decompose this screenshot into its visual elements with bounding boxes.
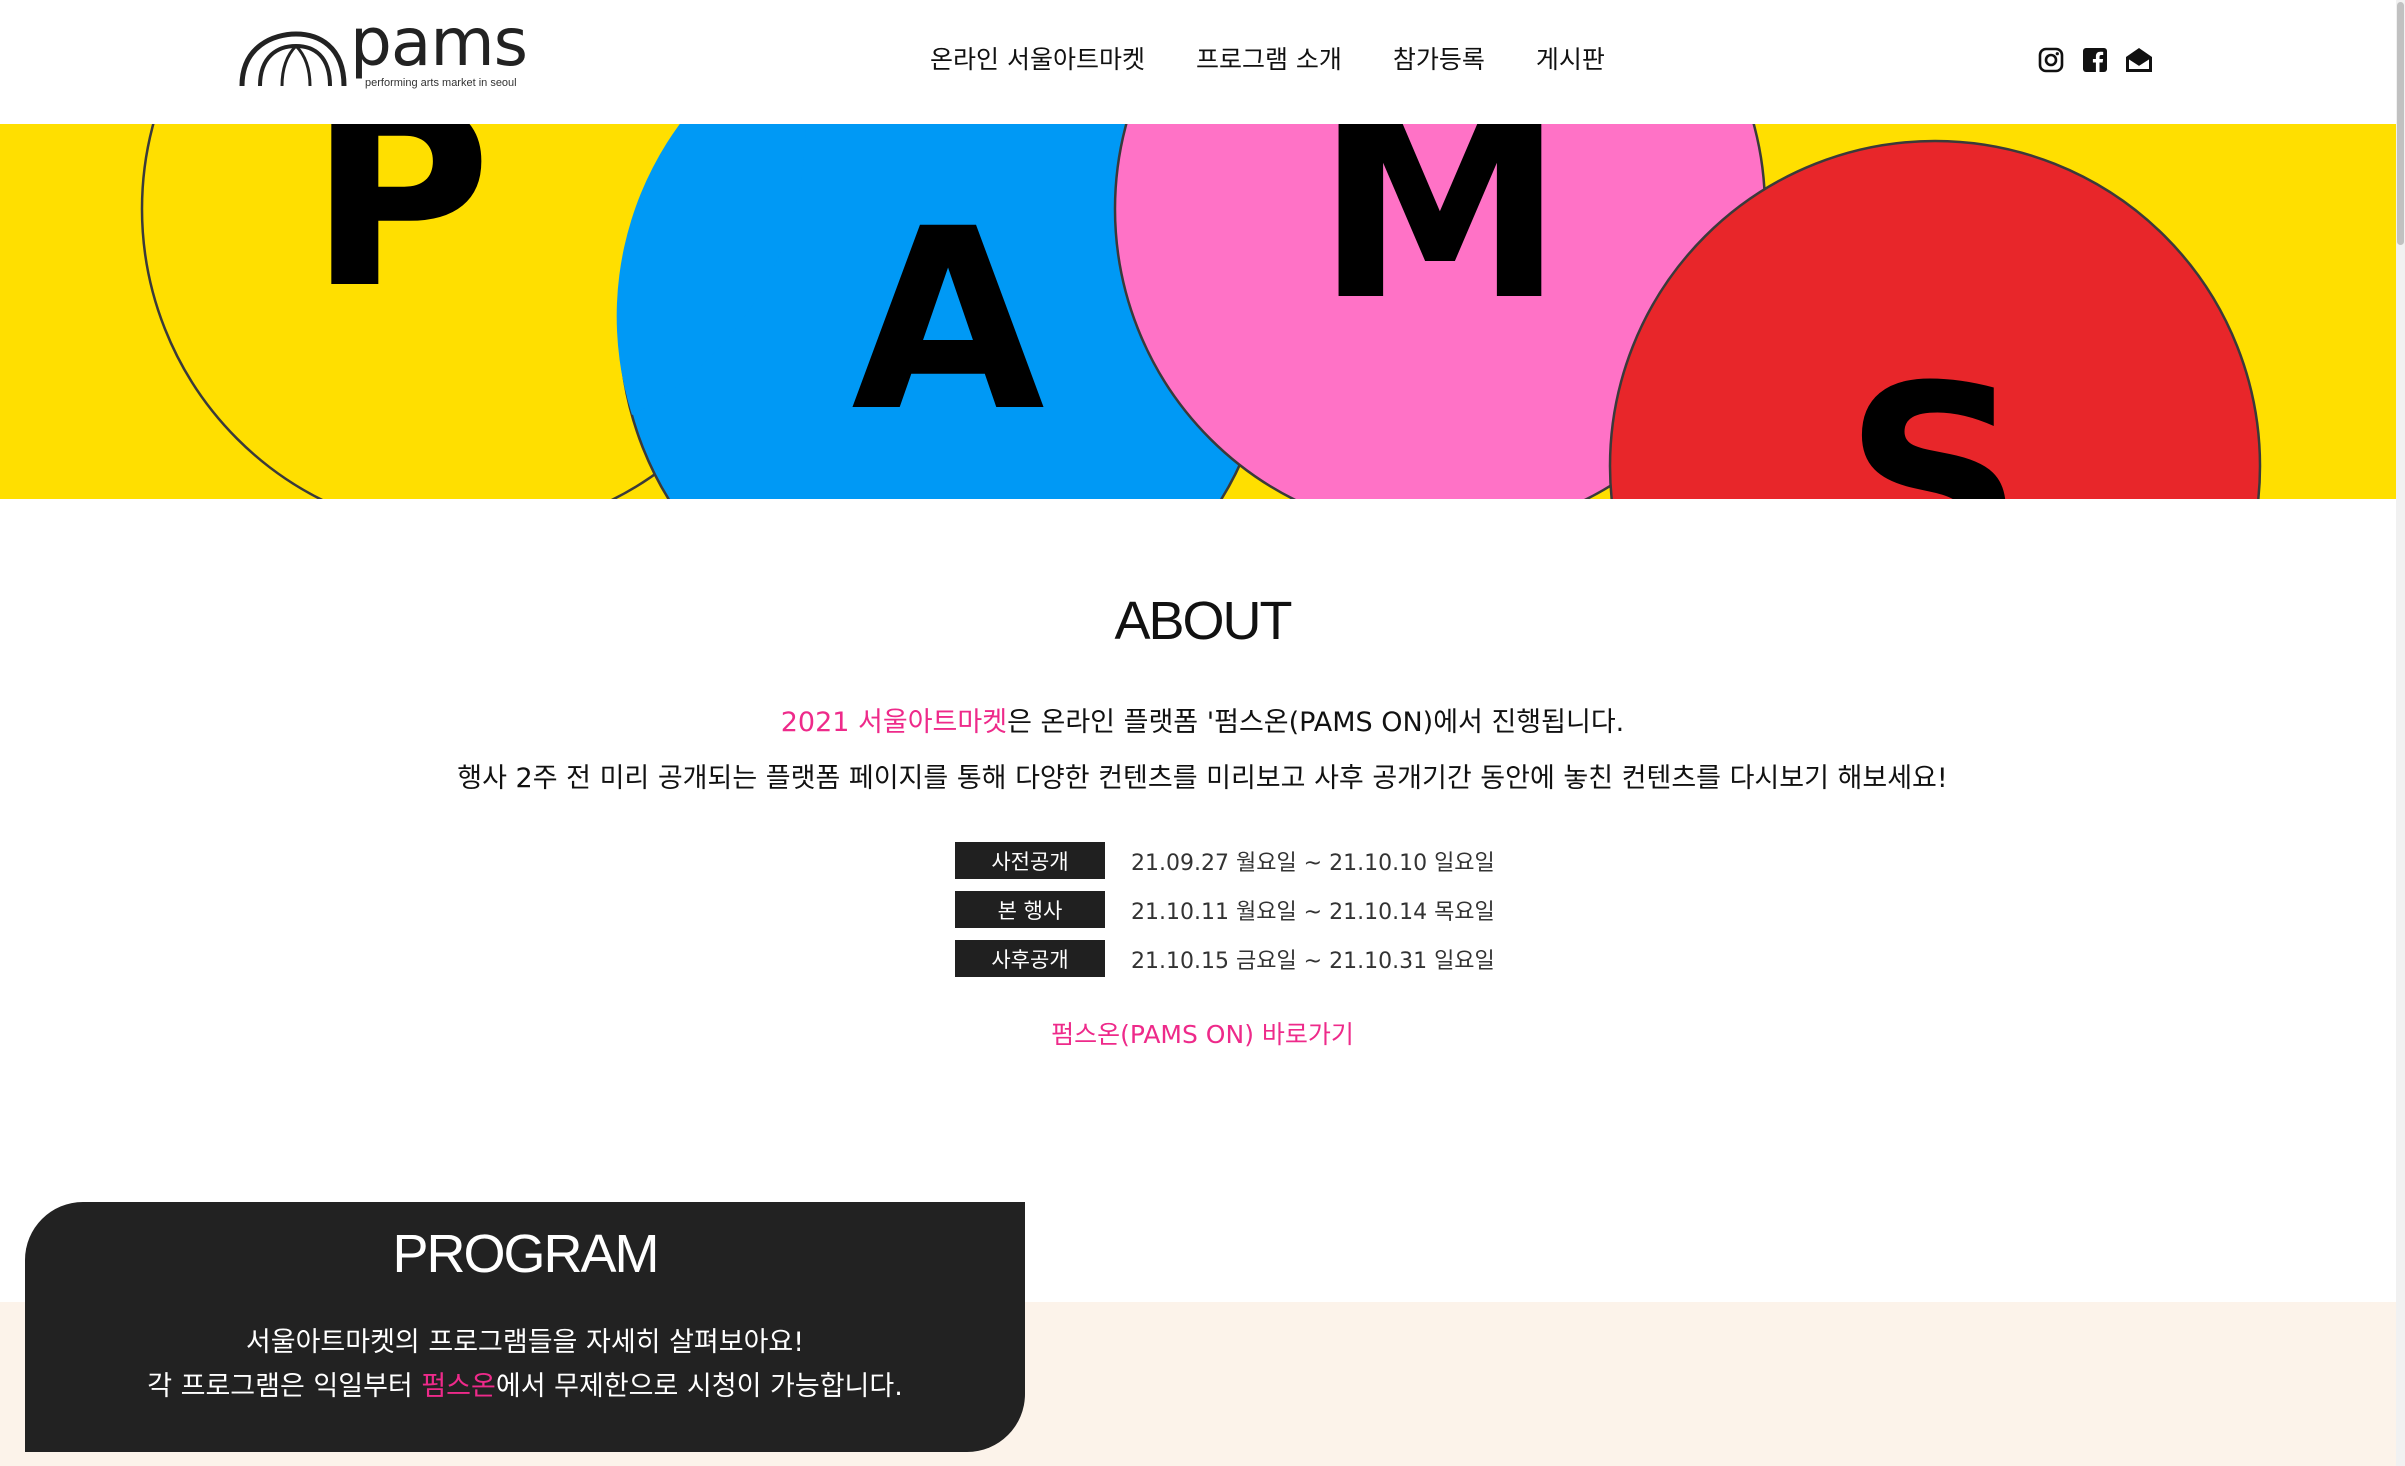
schedule-badge-preview: 사전공개 xyxy=(955,842,1105,879)
about-title: ABOUT xyxy=(1114,591,1292,651)
about-intro-highlight: 2021 서울아트마켓 xyxy=(780,707,1008,738)
instagram-icon[interactable] xyxy=(2035,44,2067,76)
hero-letter-m: M xyxy=(1316,124,1565,355)
nav-item-registration[interactable]: 참가등록 xyxy=(1393,40,1485,80)
logo-arches-icon xyxy=(239,31,347,87)
mail-icon[interactable] xyxy=(2123,44,2155,76)
program-card: PROGRAM 서울아트마켓의 프로그램들을 자세히 살펴보아요! 각 프로그램… xyxy=(25,1202,1025,1452)
schedule-row: 사전공개 21.09.27 월요일 ~ 21.10.10 일요일 xyxy=(955,842,1495,879)
program-info-post: 에서 무제한으로 시청이 가능합니다. xyxy=(495,1371,903,1402)
schedule-dates-post: 21.10.15 금요일 ~ 21.10.31 일요일 xyxy=(1131,948,1495,974)
about-intro-line: 2021 서울아트마켓은 온라인 플랫폼 '펌스온(PAMS ON)에서 진행됩… xyxy=(0,700,2405,739)
nav-item-board[interactable]: 게시판 xyxy=(1536,40,1605,80)
schedule-row: 본 행사 21.10.11 월요일 ~ 21.10.14 목요일 xyxy=(955,891,1495,928)
schedule-badge-main-event: 본 행사 xyxy=(955,891,1105,928)
pams-on-link[interactable]: 펌스온(PAMS ON) 바로가기 xyxy=(0,1015,2405,1051)
schedule-row: 사후공개 21.10.15 금요일 ~ 21.10.31 일요일 xyxy=(955,940,1495,977)
hero-letter-s: S xyxy=(1844,332,2024,499)
program-info-highlight: 펌스온 xyxy=(421,1371,496,1402)
logo-word: pams xyxy=(350,4,528,81)
about-intro-text: 은 온라인 플랫폼 '펌스온(PAMS ON)에서 진행됩니다. xyxy=(1007,707,1625,738)
program-info-line: 각 프로그램은 익일부터 펌스온에서 무제한으로 시청이 가능합니다. xyxy=(25,1364,1025,1403)
site-header: pams performing arts market in seoul 온라인… xyxy=(0,0,2405,124)
hero-letter-p: P xyxy=(308,124,491,343)
social-links xyxy=(2035,44,2167,76)
hero-banner: P A M S xyxy=(0,124,2396,499)
program-info-pre: 각 프로그램은 익일부터 xyxy=(147,1371,422,1402)
program-title: PROGRAM xyxy=(392,1224,659,1284)
scrollbar-thumb[interactable] xyxy=(2397,2,2404,245)
about-description-line: 행사 2주 전 미리 공개되는 플랫폼 페이지를 통해 다양한 컨텐츠를 미리보… xyxy=(457,763,1948,794)
pams-logo[interactable]: pams performing arts market in seoul xyxy=(238,10,528,94)
nav-item-online-art-market[interactable]: 온라인 서울아트마켓 xyxy=(930,40,1145,80)
schedule-badge-post: 사후공개 xyxy=(955,940,1105,977)
logo-tagline: performing arts market in seoul xyxy=(365,77,517,89)
program-intro-line: 서울아트마켓의 프로그램들을 자세히 살펴보아요! xyxy=(245,1327,805,1358)
facebook-icon[interactable] xyxy=(2079,44,2111,76)
main-nav: 온라인 서울아트마켓 프로그램 소개 참가등록 게시판 xyxy=(930,40,1605,80)
pams-circles-graphic: P A M S xyxy=(0,124,2396,499)
hero-letter-a: A xyxy=(851,175,1044,466)
schedule-dates-preview: 21.09.27 월요일 ~ 21.10.10 일요일 xyxy=(1131,850,1495,876)
nav-item-program[interactable]: 프로그램 소개 xyxy=(1196,40,1342,80)
schedule-dates-main-event: 21.10.11 월요일 ~ 21.10.14 목요일 xyxy=(1131,899,1495,925)
